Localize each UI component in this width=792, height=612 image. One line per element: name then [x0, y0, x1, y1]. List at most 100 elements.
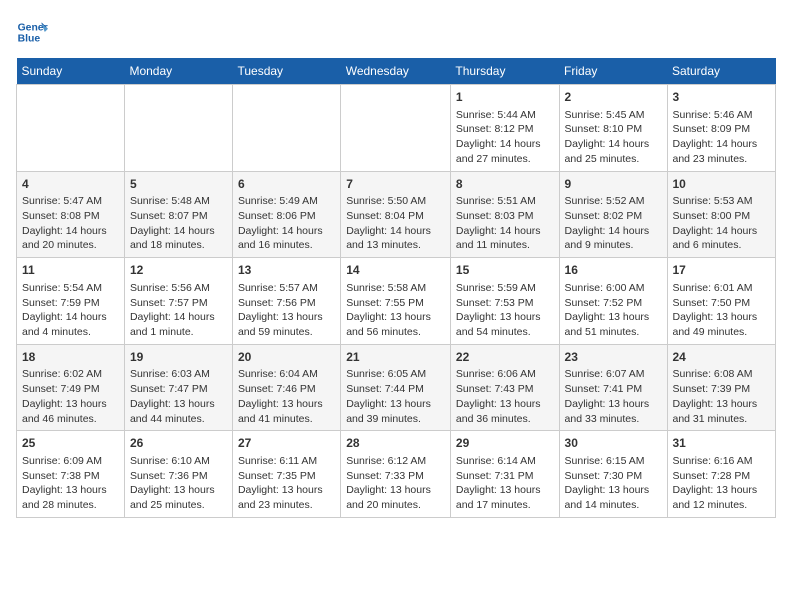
weekday-header: Monday	[124, 58, 232, 85]
day-number: 6	[238, 176, 335, 193]
day-number: 10	[673, 176, 771, 193]
calendar-table: SundayMondayTuesdayWednesdayThursdayFrid…	[16, 58, 776, 518]
logo: General Blue	[16, 16, 48, 48]
day-info: Sunset: 8:08 PM	[22, 209, 119, 224]
day-info: and 11 minutes.	[456, 238, 554, 253]
day-number: 18	[22, 349, 119, 366]
day-info: and 39 minutes.	[346, 412, 445, 427]
day-info: Daylight: 13 hours	[673, 397, 771, 412]
day-number: 14	[346, 262, 445, 279]
day-info: Sunrise: 6:09 AM	[22, 454, 119, 469]
day-info: Daylight: 13 hours	[565, 310, 662, 325]
day-info: Sunset: 8:09 PM	[673, 122, 771, 137]
day-info: Sunrise: 6:01 AM	[673, 281, 771, 296]
day-info: and 56 minutes.	[346, 325, 445, 340]
calendar-week-row: 18Sunrise: 6:02 AMSunset: 7:49 PMDayligh…	[17, 344, 776, 431]
day-info: Sunset: 7:52 PM	[565, 296, 662, 311]
day-info: Sunrise: 6:06 AM	[456, 367, 554, 382]
day-info: Sunset: 7:43 PM	[456, 382, 554, 397]
day-info: and 51 minutes.	[565, 325, 662, 340]
weekday-header: Friday	[559, 58, 667, 85]
day-info: Daylight: 13 hours	[238, 483, 335, 498]
day-info: Daylight: 14 hours	[565, 137, 662, 152]
calendar-cell: 5Sunrise: 5:48 AMSunset: 8:07 PMDaylight…	[124, 171, 232, 258]
day-info: Sunset: 7:46 PM	[238, 382, 335, 397]
calendar-cell: 29Sunrise: 6:14 AMSunset: 7:31 PMDayligh…	[450, 431, 559, 518]
day-info: and 44 minutes.	[130, 412, 227, 427]
calendar-cell: 17Sunrise: 6:01 AMSunset: 7:50 PMDayligh…	[667, 258, 776, 345]
day-info: Sunset: 8:06 PM	[238, 209, 335, 224]
day-info: Sunrise: 6:07 AM	[565, 367, 662, 382]
day-info: Sunset: 7:47 PM	[130, 382, 227, 397]
day-info: Sunrise: 5:49 AM	[238, 194, 335, 209]
day-info: Sunset: 8:10 PM	[565, 122, 662, 137]
calendar-cell: 13Sunrise: 5:57 AMSunset: 7:56 PMDayligh…	[232, 258, 340, 345]
day-info: Sunrise: 5:57 AM	[238, 281, 335, 296]
calendar-cell	[232, 85, 340, 172]
day-info: Sunset: 8:00 PM	[673, 209, 771, 224]
day-info: Sunset: 7:55 PM	[346, 296, 445, 311]
calendar-cell: 16Sunrise: 6:00 AMSunset: 7:52 PMDayligh…	[559, 258, 667, 345]
weekday-header: Sunday	[17, 58, 125, 85]
day-number: 8	[456, 176, 554, 193]
day-info: and 41 minutes.	[238, 412, 335, 427]
day-info: Daylight: 14 hours	[238, 224, 335, 239]
day-info: Sunrise: 5:48 AM	[130, 194, 227, 209]
calendar-cell: 2Sunrise: 5:45 AMSunset: 8:10 PMDaylight…	[559, 85, 667, 172]
day-number: 15	[456, 262, 554, 279]
day-info: and 12 minutes.	[673, 498, 771, 513]
day-info: and 16 minutes.	[238, 238, 335, 253]
day-info: and 46 minutes.	[22, 412, 119, 427]
calendar-cell: 15Sunrise: 5:59 AMSunset: 7:53 PMDayligh…	[450, 258, 559, 345]
day-info: and 25 minutes.	[565, 152, 662, 167]
calendar-cell: 11Sunrise: 5:54 AMSunset: 7:59 PMDayligh…	[17, 258, 125, 345]
day-info: Sunset: 7:30 PM	[565, 469, 662, 484]
day-info: Sunset: 7:50 PM	[673, 296, 771, 311]
day-info: Sunset: 7:59 PM	[22, 296, 119, 311]
day-info: Sunrise: 6:03 AM	[130, 367, 227, 382]
calendar-cell: 12Sunrise: 5:56 AMSunset: 7:57 PMDayligh…	[124, 258, 232, 345]
day-info: Sunrise: 6:04 AM	[238, 367, 335, 382]
day-info: and 27 minutes.	[456, 152, 554, 167]
day-number: 11	[22, 262, 119, 279]
day-info: Daylight: 13 hours	[673, 310, 771, 325]
day-info: and 20 minutes.	[346, 498, 445, 513]
day-info: Daylight: 14 hours	[456, 137, 554, 152]
day-info: and 33 minutes.	[565, 412, 662, 427]
day-number: 27	[238, 435, 335, 452]
day-info: and 23 minutes.	[238, 498, 335, 513]
calendar-body: 1Sunrise: 5:44 AMSunset: 8:12 PMDaylight…	[17, 85, 776, 518]
calendar-cell: 7Sunrise: 5:50 AMSunset: 8:04 PMDaylight…	[341, 171, 451, 258]
day-info: and 14 minutes.	[565, 498, 662, 513]
page-header: General Blue	[16, 16, 776, 48]
day-info: and 28 minutes.	[22, 498, 119, 513]
day-number: 31	[673, 435, 771, 452]
day-info: Sunrise: 5:52 AM	[565, 194, 662, 209]
day-number: 1	[456, 89, 554, 106]
day-info: Daylight: 13 hours	[456, 483, 554, 498]
day-info: Sunrise: 6:16 AM	[673, 454, 771, 469]
day-info: Sunset: 7:57 PM	[130, 296, 227, 311]
day-info: and 6 minutes.	[673, 238, 771, 253]
day-info: and 9 minutes.	[565, 238, 662, 253]
day-info: Sunrise: 5:59 AM	[456, 281, 554, 296]
day-number: 24	[673, 349, 771, 366]
weekday-header: Thursday	[450, 58, 559, 85]
day-info: Daylight: 14 hours	[22, 310, 119, 325]
calendar-cell: 8Sunrise: 5:51 AMSunset: 8:03 PMDaylight…	[450, 171, 559, 258]
day-info: Sunset: 8:04 PM	[346, 209, 445, 224]
day-info: Sunrise: 5:45 AM	[565, 108, 662, 123]
calendar-cell: 9Sunrise: 5:52 AMSunset: 8:02 PMDaylight…	[559, 171, 667, 258]
day-info: Daylight: 14 hours	[130, 224, 227, 239]
day-info: Daylight: 13 hours	[346, 310, 445, 325]
day-number: 7	[346, 176, 445, 193]
calendar-week-row: 25Sunrise: 6:09 AMSunset: 7:38 PMDayligh…	[17, 431, 776, 518]
calendar-header: SundayMondayTuesdayWednesdayThursdayFrid…	[17, 58, 776, 85]
day-info: Sunset: 8:12 PM	[456, 122, 554, 137]
day-info: and 17 minutes.	[456, 498, 554, 513]
weekday-header: Wednesday	[341, 58, 451, 85]
day-number: 16	[565, 262, 662, 279]
day-info: and 31 minutes.	[673, 412, 771, 427]
day-info: Daylight: 14 hours	[565, 224, 662, 239]
day-number: 28	[346, 435, 445, 452]
